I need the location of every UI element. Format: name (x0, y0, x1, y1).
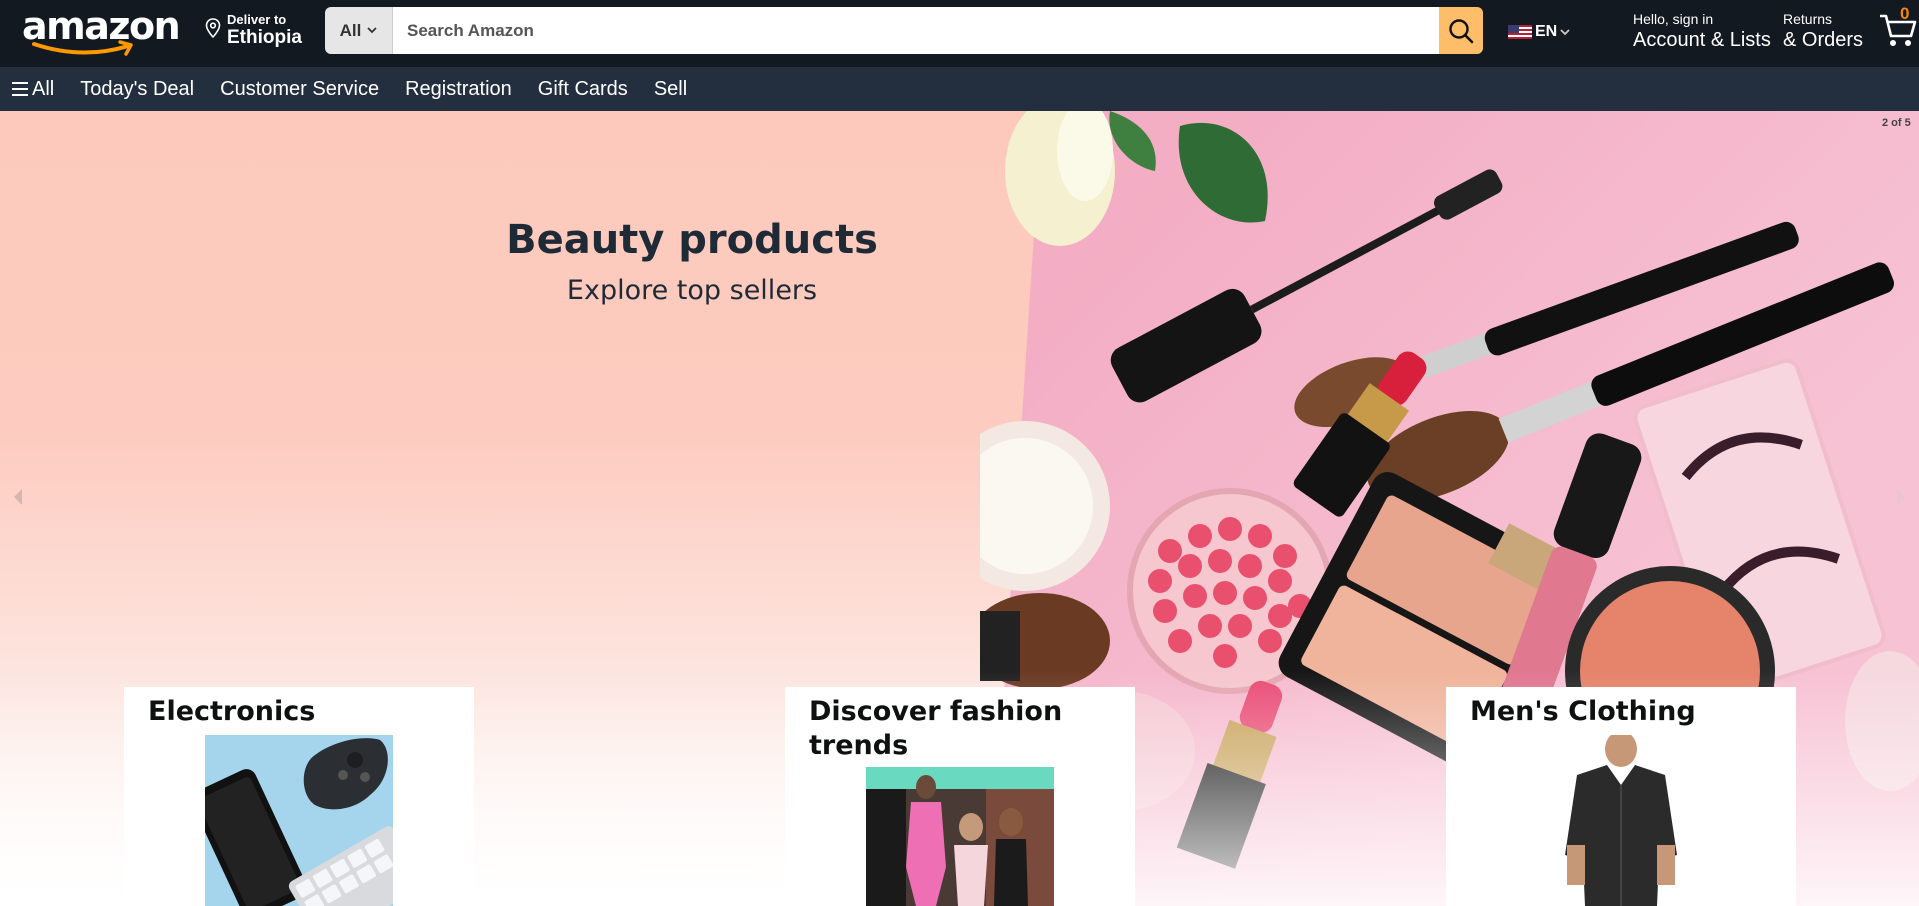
location-pin-icon (205, 18, 221, 38)
nav-link-todays-deal[interactable]: Today's Deal (80, 78, 194, 101)
nav-link-gift-cards[interactable]: Gift Cards (538, 78, 628, 101)
orders-label: & Orders (1783, 29, 1864, 51)
chevron-left-icon (14, 489, 22, 505)
nav-link-registration[interactable]: Registration (405, 78, 512, 101)
search-input[interactable] (393, 7, 1439, 54)
carousel-next-button[interactable] (1895, 487, 1907, 512)
language-selector[interactable]: EN (1508, 21, 1570, 43)
nav-link-sell[interactable]: Sell (654, 78, 687, 101)
returns-and-orders[interactable]: Returns & Orders (1783, 11, 1863, 52)
nav-link-customer-service[interactable]: Customer Service (220, 78, 379, 101)
hero-subtitle: Explore top sellers (566, 275, 818, 306)
search-button[interactable] (1439, 7, 1483, 54)
logo-smile-icon (32, 40, 133, 56)
category-card-fashion[interactable]: Discover fashion trends (785, 687, 1135, 906)
carousel-previous-button[interactable] (12, 487, 24, 512)
category-card-mens-clothing[interactable]: Men's Clothing (1446, 687, 1796, 906)
mens-clothing-image[interactable] (1527, 735, 1715, 906)
deliver-to-location[interactable]: Deliver to Ethiopia (205, 10, 315, 56)
hero-title: Beauty products (506, 217, 878, 263)
returns-label: Returns (1783, 11, 1833, 27)
secondary-navigation-bar: All Today's Deal Customer Service Regist… (0, 67, 1919, 111)
cart-count: 0 (1900, 4, 1910, 23)
us-flag-icon (1508, 25, 1532, 39)
hamburger-menu-icon (12, 82, 28, 96)
account-greeting: Hello, sign in (1633, 11, 1714, 27)
all-menu-label: All (32, 77, 55, 100)
search-category-label: All (339, 20, 362, 40)
chevron-right-icon (1897, 489, 1905, 505)
cart-button[interactable]: 0 (1876, 4, 1919, 50)
card-title: Men's Clothing (1470, 696, 1696, 727)
category-card-electronics[interactable]: Electronics (124, 687, 474, 906)
top-navigation-bar: amazon Deliver to Ethiopia All EN (0, 0, 1919, 67)
card-title: Electronics (148, 696, 316, 727)
card-title: Discover fashion trends (809, 696, 1063, 761)
cart-icon (1880, 14, 1917, 46)
account-label: Account & Lists (1633, 29, 1771, 51)
slide-indicator: 2 of 5 (1882, 117, 1911, 129)
account-and-lists[interactable]: Hello, sign in Account & Lists (1633, 11, 1771, 52)
amazon-logo[interactable]: amazon (22, 4, 184, 60)
search-category-dropdown[interactable]: All (325, 7, 393, 54)
electronics-image[interactable] (205, 735, 393, 906)
search-icon (1449, 18, 1474, 43)
chevron-down-icon (367, 27, 377, 34)
all-menu-button[interactable]: All (12, 78, 54, 101)
fashion-trends-image[interactable] (866, 767, 1054, 906)
language-label: EN (1535, 23, 1558, 40)
search-bar: All (325, 7, 1483, 54)
deliver-location: Ethiopia (227, 27, 302, 48)
deliver-label: Deliver to (227, 12, 287, 27)
chevron-down-icon (1560, 28, 1570, 35)
